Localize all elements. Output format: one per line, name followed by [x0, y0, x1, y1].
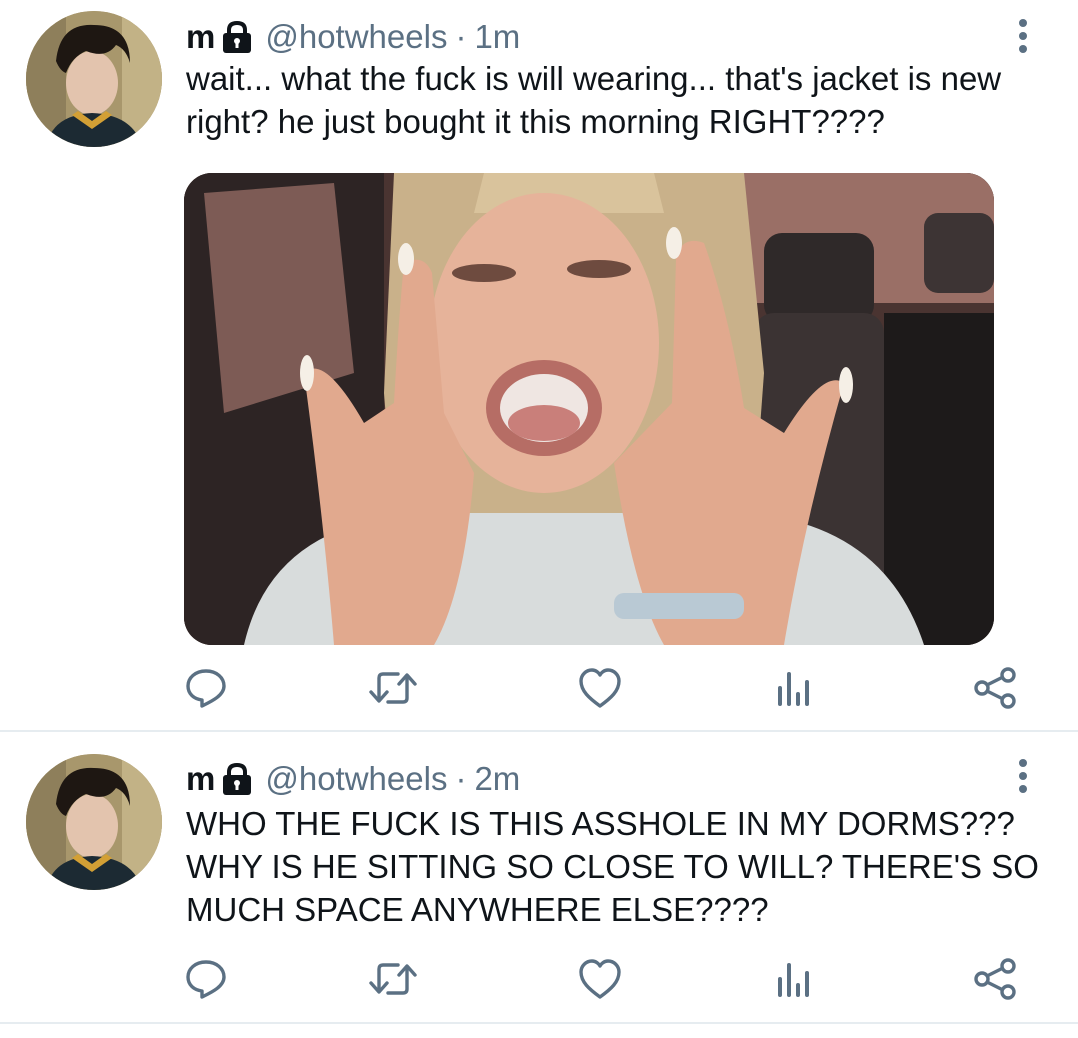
retweet-button[interactable]	[368, 663, 418, 713]
share-button[interactable]	[970, 954, 1020, 1004]
tweet-header: m @hotwheels · 2m	[186, 757, 520, 801]
reply-button[interactable]	[181, 663, 231, 713]
avatar[interactable]	[26, 754, 162, 890]
analytics-icon	[778, 672, 809, 706]
more-vertical-icon[interactable]	[1008, 756, 1038, 796]
avatar[interactable]	[26, 11, 162, 147]
reply-button[interactable]	[181, 954, 231, 1004]
display-name[interactable]: m	[186, 18, 215, 56]
tweet[interactable]: m @hotwheels · 1m wait... what the fuck …	[0, 0, 1078, 730]
timestamp[interactable]: 1m	[474, 18, 520, 56]
tweet-text: WHO THE FUCK IS THIS ASSHOLE IN MY DORMS…	[186, 805, 1039, 928]
retweet-icon	[369, 672, 417, 704]
tweet[interactable]: m @hotwheels · 2m WHO THE FUCK IS THIS A…	[0, 732, 1078, 1022]
lock-icon	[221, 762, 253, 796]
tweet-actions	[0, 954, 1078, 1004]
retweet-icon	[369, 963, 417, 995]
timestamp[interactable]: 2m	[474, 760, 520, 798]
lock-icon	[221, 20, 253, 54]
analytics-icon	[778, 963, 809, 997]
tweet-divider	[0, 1022, 1078, 1024]
user-handle[interactable]: @hotwheels	[265, 18, 447, 56]
user-handle[interactable]: @hotwheels	[265, 760, 447, 798]
analytics-button[interactable]	[768, 954, 818, 1004]
heart-icon	[579, 959, 621, 999]
more-vertical-icon[interactable]	[1008, 16, 1038, 56]
reply-icon	[186, 669, 226, 708]
share-icon	[974, 958, 1016, 1000]
tweet-media-image[interactable]	[184, 173, 994, 645]
tweet-actions	[0, 663, 1078, 713]
tweet-text: wait... what the fuck is will wearing...…	[186, 60, 1002, 140]
heart-icon	[579, 668, 621, 708]
share-button[interactable]	[970, 663, 1020, 713]
tweet-header: m @hotwheels · 1m	[186, 15, 520, 59]
like-button[interactable]	[575, 954, 625, 1004]
like-button[interactable]	[575, 663, 625, 713]
share-icon	[974, 667, 1016, 709]
separator-dot: ·	[455, 18, 467, 55]
retweet-button[interactable]	[368, 954, 418, 1004]
reply-icon	[186, 960, 226, 999]
analytics-button[interactable]	[768, 663, 818, 713]
display-name[interactable]: m	[186, 760, 215, 798]
separator-dot: ·	[455, 760, 467, 797]
